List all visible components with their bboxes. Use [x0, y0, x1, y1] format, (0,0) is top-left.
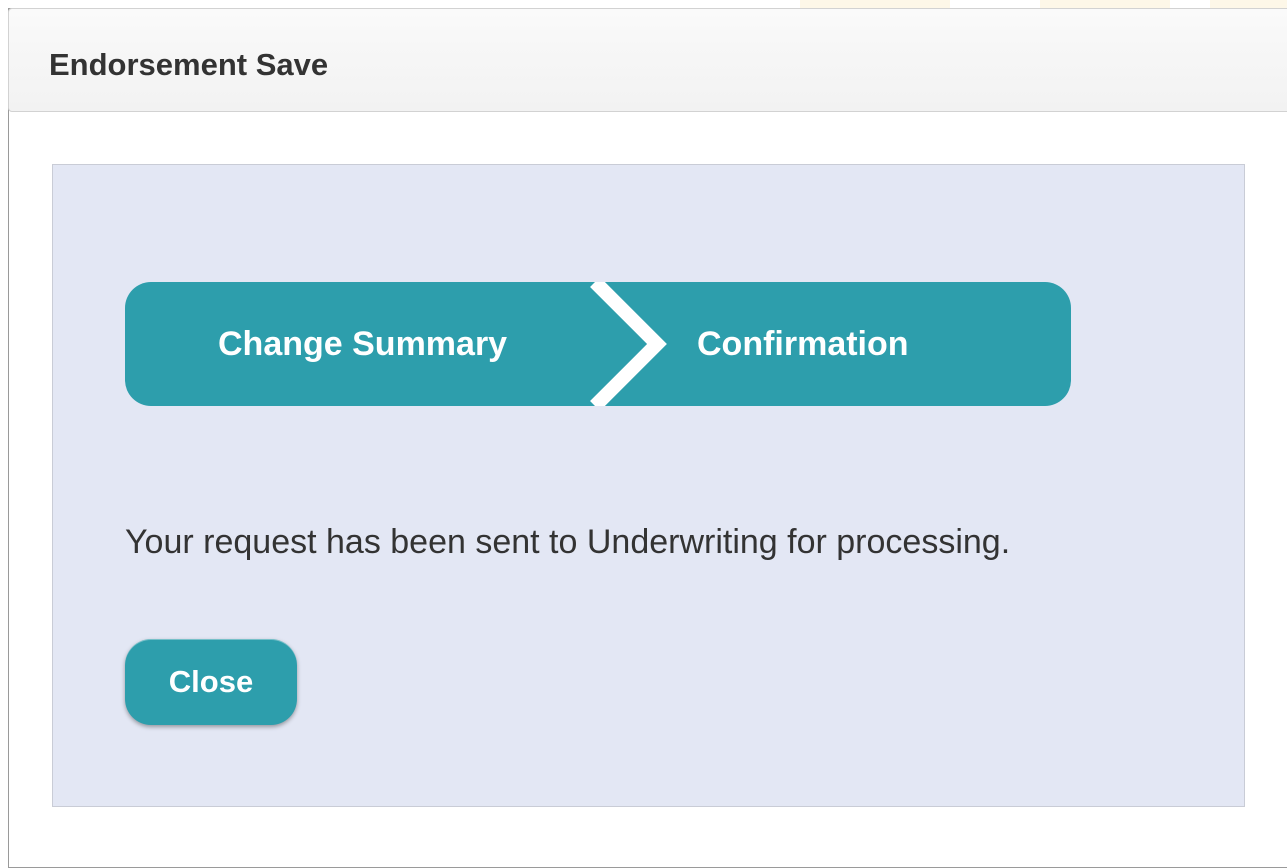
dialog-title: Endorsement Save: [49, 47, 329, 82]
content-panel: Change Summary Confirmation Your request…: [52, 164, 1245, 807]
wizard-step-change-summary: Change Summary: [218, 325, 508, 363]
confirmation-message: Your request has been sent to Underwriti…: [125, 523, 1011, 561]
close-button[interactable]: Close: [125, 639, 297, 725]
dialog-header: Endorsement Save: [8, 8, 1287, 112]
wizard-step-confirmation: Confirmation: [697, 325, 909, 363]
wizard-progress: Change Summary Confirmation: [125, 282, 1071, 406]
